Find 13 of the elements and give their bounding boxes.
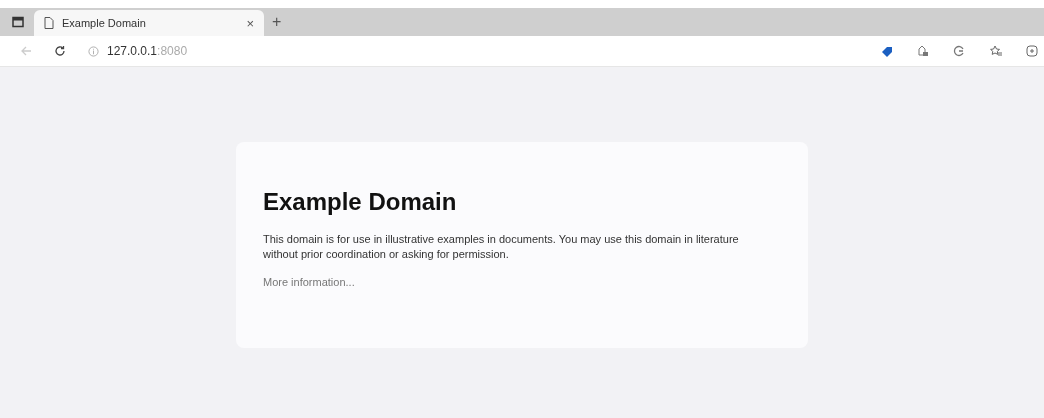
refresh-icon[interactable] <box>54 45 66 57</box>
page-paragraph: This domain is for use in illustrative examples in documents. You may use this domain in literature without prior coordination or asking for permission. <box>263 232 740 262</box>
close-tab-button[interactable]: × <box>246 15 254 31</box>
new-tab-button[interactable]: + <box>272 13 282 31</box>
collections-icon[interactable] <box>1026 45 1038 57</box>
tab-actions-icon[interactable] <box>12 16 24 28</box>
url-host[interactable]: 127.0.0.1 <box>107 44 158 58</box>
page-icon <box>44 17 54 29</box>
tag-icon[interactable] <box>881 45 893 57</box>
favorites-icon[interactable] <box>989 45 1002 57</box>
page-heading: Example Domain <box>263 188 458 216</box>
more-information-link[interactable]: More information... <box>263 276 355 288</box>
browser-tab[interactable]: Example Domain × <box>34 10 264 36</box>
